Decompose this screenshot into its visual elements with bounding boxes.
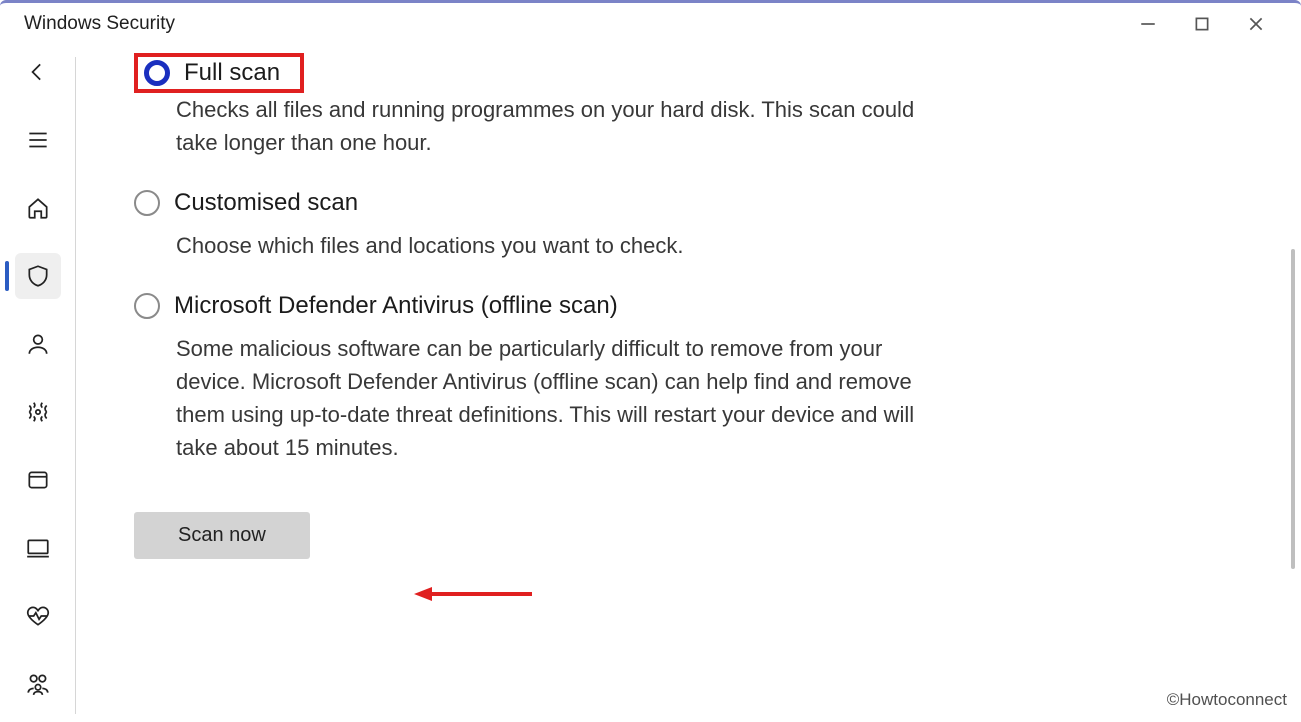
sidebar-item-family[interactable] [15, 661, 61, 707]
radio-custom-scan[interactable] [134, 190, 160, 216]
maximize-button[interactable] [1193, 15, 1211, 33]
heart-pulse-icon [25, 603, 51, 629]
title-bar: Windows Security [0, 3, 1301, 45]
sidebar-item-device-security[interactable] [15, 525, 61, 571]
watermark: ©Howtoconnect [1167, 690, 1287, 710]
window-title: Windows Security [24, 13, 175, 35]
option-full-scan: Full scan Checks all files and running p… [134, 53, 924, 159]
sidebar-item-account-protection[interactable] [15, 321, 61, 367]
firewall-icon [25, 399, 51, 425]
minimize-button[interactable] [1139, 15, 1157, 33]
close-icon [1247, 15, 1265, 33]
device-security-icon [25, 535, 51, 561]
option-custom-scan: Customised scan Choose which files and l… [134, 189, 924, 262]
option-offline-scan-label: Microsoft Defender Antivirus (offline sc… [174, 292, 618, 320]
content-area: Full scan Checks all files and running p… [76, 45, 1301, 722]
window-controls [1139, 15, 1289, 33]
option-offline-scan: Microsoft Defender Antivirus (offline sc… [134, 292, 924, 464]
close-button[interactable] [1247, 15, 1265, 33]
sidebar [0, 45, 76, 722]
maximize-icon [1193, 15, 1211, 33]
option-custom-scan-desc: Choose which files and locations you wan… [176, 229, 924, 262]
sidebar-item-firewall[interactable] [15, 389, 61, 435]
option-offline-scan-desc: Some malicious software can be particula… [176, 332, 924, 464]
radio-offline-scan[interactable] [134, 293, 160, 319]
home-icon [25, 195, 51, 221]
option-full-scan-desc: Checks all files and running programmes … [176, 93, 924, 159]
sidebar-item-app-browser[interactable] [15, 457, 61, 503]
sidebar-item-home[interactable] [15, 185, 61, 231]
hamburger-icon [25, 127, 51, 153]
app-browser-icon [25, 467, 51, 493]
annotation-highlight-full-scan: Full scan [134, 53, 304, 93]
account-icon [25, 331, 51, 357]
scrollbar[interactable] [1291, 249, 1295, 569]
option-full-scan-label: Full scan [184, 59, 280, 87]
shield-icon [25, 263, 51, 289]
back-arrow-icon [25, 59, 51, 85]
sidebar-item-menu[interactable] [15, 117, 61, 163]
option-custom-scan-label: Customised scan [174, 189, 358, 217]
scan-now-button[interactable]: Scan now [134, 512, 310, 559]
sidebar-item-device-performance[interactable] [15, 593, 61, 639]
sidebar-item-virus-protection[interactable] [15, 253, 61, 299]
annotation-arrow-icon [414, 585, 534, 603]
minimize-icon [1139, 15, 1157, 33]
family-icon [25, 671, 51, 697]
sidebar-item-back[interactable] [15, 49, 61, 95]
radio-full-scan[interactable] [144, 60, 170, 86]
